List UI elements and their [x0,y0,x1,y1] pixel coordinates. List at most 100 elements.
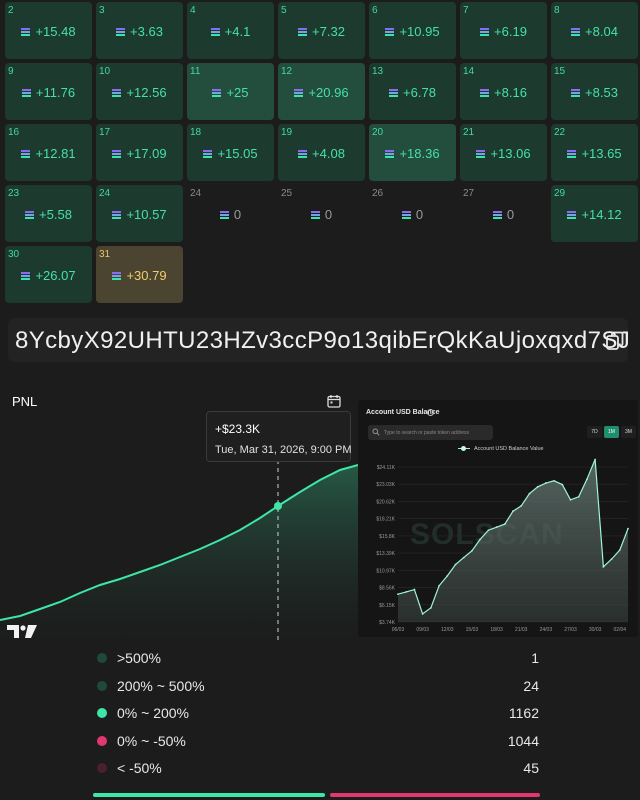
balance-data-point[interactable] [512,510,514,513]
calendar-day-cell[interactable]: 5 +7.32 [278,2,365,59]
calendar-icon[interactable] [327,394,341,408]
pnl-amount: +7.32 [312,24,345,39]
calendar-day-cell[interactable]: 29 +14.12 [551,185,638,242]
calendar-day-cell[interactable]: 2 +15.48 [5,2,92,59]
calendar-day-cell[interactable]: 11 +25 [187,63,274,120]
x-tick-label: 15/03 [466,627,479,633]
calendar-day-cell[interactable]: 25 0 [278,185,365,242]
range-label: 0% ~ 200% [117,705,189,721]
calendar-day-cell[interactable]: 23 +5.58 [5,185,92,242]
calendar-day-cell[interactable]: 12 +20.96 [278,63,365,120]
balance-data-point[interactable] [454,563,457,566]
calendar-day-cell[interactable]: 3 +3.63 [96,2,183,59]
balance-data-point[interactable] [397,593,399,596]
gain-ratio-bar [93,793,325,797]
balance-data-point[interactable] [405,590,408,593]
range-label: 200% ~ 500% [117,677,205,694]
balance-data-point[interactable] [438,584,440,587]
calendar-day-cell[interactable]: 17 +17.09 [96,124,183,181]
x-tick-label: 18/03 [490,627,503,633]
crosshair-point [274,502,282,510]
day-number: 4 [190,5,196,16]
tooltip-date: Tue, Mar 31, 2026, 9:00 PM [215,444,352,456]
day-number: 30 [8,249,20,260]
balance-data-point[interactable] [586,478,588,481]
calendar-day-cell[interactable]: 8 +8.04 [551,2,638,59]
calendar-day-cell[interactable]: 22 +13.65 [551,124,638,181]
day-pnl-value: +6.78 [369,85,456,100]
calendar-day-cell[interactable]: 19 +4.08 [278,124,365,181]
pnl-amount: +10.95 [399,24,440,39]
calendar-day-cell[interactable]: 24 0 [187,185,274,242]
calendar-day-cell[interactable]: 31 +30.79 [96,246,183,303]
calendar-day-cell[interactable]: 7 +6.19 [460,2,547,59]
distribution-row: 0% ~ -50% 1044 [93,729,543,753]
pnl-amount: +4.08 [312,146,345,161]
balance-data-point[interactable] [561,483,564,486]
day-number: 11 [190,66,201,77]
balance-data-point[interactable] [627,527,629,530]
day-pnl-value: +8.53 [551,85,638,100]
pnl-amount: +13.65 [581,146,622,161]
solana-icon [567,149,577,158]
pnl-amount: +5.58 [39,207,72,222]
day-number: 17 [99,127,111,138]
calendar-day-cell[interactable]: 20 +18.36 [369,124,456,181]
day-pnl-value: +5.58 [5,207,92,222]
solana-icon [219,210,229,219]
balance-data-point[interactable] [462,556,465,559]
balance-data-point[interactable] [413,588,416,591]
balance-data-point[interactable] [520,504,523,507]
solana-icon [298,27,308,36]
calendar-day-cell[interactable]: 18 +15.05 [187,124,274,181]
balance-data-point[interactable] [471,549,473,552]
day-pnl-value: +4.08 [278,146,365,161]
pnl-amount: +8.16 [494,85,527,100]
calendar-day-cell[interactable]: 30 +26.07 [5,246,92,303]
pnl-amount: +12.81 [35,146,76,161]
balance-data-point[interactable] [610,558,613,561]
calendar-day-cell[interactable]: 15 +8.53 [551,63,638,120]
balance-data-point[interactable] [594,458,597,461]
balance-data-point[interactable] [503,523,506,526]
balance-data-point[interactable] [553,479,555,482]
balance-data-point[interactable] [602,565,605,568]
calendar-day-cell[interactable]: 24 +10.57 [96,185,183,242]
calendar-day-cell[interactable]: 10 +12.56 [96,63,183,120]
balance-data-point[interactable] [544,482,547,484]
y-tick-label: $20.62K [376,499,395,505]
day-pnl-value: 0 [460,207,547,222]
day-number: 19 [281,127,293,138]
balance-data-point[interactable] [429,606,432,609]
balance-data-point[interactable] [569,498,572,501]
balance-data-point[interactable] [446,574,449,577]
balance-data-point[interactable] [577,495,580,498]
x-tick-label: 24/03 [540,627,553,633]
range-count: 1 [531,650,539,666]
calendar-day-cell[interactable]: 16 +12.81 [5,124,92,181]
y-tick-label: $6.15K [379,603,396,609]
calendar-day-cell[interactable]: 21 +13.06 [460,124,547,181]
solana-icon [492,210,502,219]
calendar-day-cell[interactable]: 4 +4.1 [187,2,274,59]
calendar-day-cell[interactable]: 27 0 [460,185,547,242]
day-number: 22 [554,127,566,138]
calendar-day-cell[interactable]: 26 0 [369,185,456,242]
balance-data-point[interactable] [479,538,482,541]
solana-icon [298,149,308,158]
balance-data-point[interactable] [618,549,621,551]
balance-data-point[interactable] [536,485,539,488]
calendar-day-cell[interactable]: 6 +10.95 [369,2,456,59]
balance-data-point[interactable] [421,613,424,615]
calendar-day-cell[interactable]: 9 +11.76 [5,63,92,120]
y-tick-label: $8.56K [379,586,396,592]
balance-data-point[interactable] [487,529,490,532]
calendar-day-cell[interactable]: 13 +6.78 [369,63,456,120]
balance-data-point[interactable] [528,492,531,495]
pnl-area [0,465,358,642]
copy-icon[interactable] [605,331,625,351]
day-number: 24 [99,188,111,199]
day-number: 18 [190,127,202,138]
balance-data-point[interactable] [495,526,498,529]
calendar-day-cell[interactable]: 14 +8.16 [460,63,547,120]
